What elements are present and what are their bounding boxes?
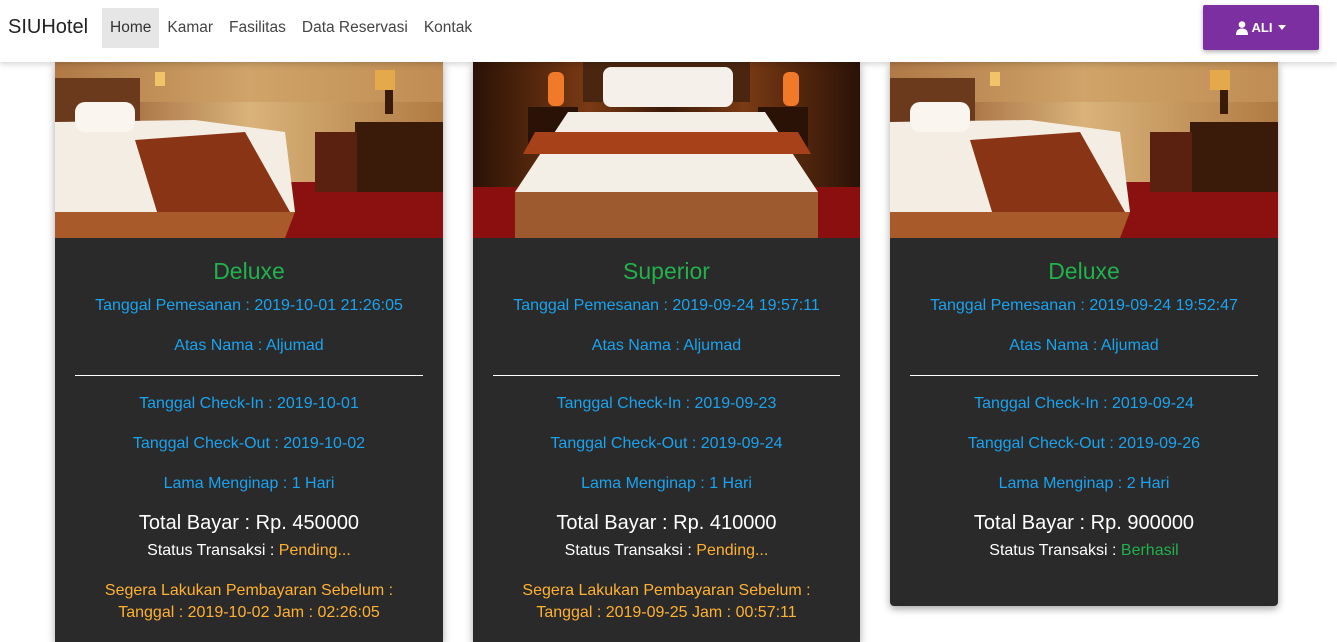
guest-name: Atas Nama : Aljumad <box>174 337 324 354</box>
nav-links: Home Kamar Fasilitas Data Reservasi Kont… <box>102 8 480 48</box>
nav-link-kontak[interactable]: Kontak <box>416 8 480 48</box>
status-value: Pending... <box>278 542 351 559</box>
nav-link-fasilitas[interactable]: Fasilitas <box>221 8 294 48</box>
deadline-line-2: Tanggal : 2019-10-02 Jam : 02:26:05 <box>118 604 380 621</box>
divider <box>75 375 423 376</box>
room-type: Superior <box>623 258 710 284</box>
checkin-date: Tanggal Check-In : 2019-10-01 <box>139 395 359 412</box>
guest-name: Atas Nama : Aljumad <box>1009 337 1159 354</box>
room-photo <box>890 62 1278 238</box>
guest-name: Atas Nama : Aljumad <box>591 337 742 354</box>
deadline-line-2: Tanggal : 2019-09-25 Jam : 00:57:11 <box>536 604 797 621</box>
booking-date: Tanggal Pemesanan : 2019-09-24 19:57:11 <box>513 297 820 314</box>
total-payment: Total Bayar : Rp. 410000 <box>556 512 777 534</box>
brand-logo[interactable]: SIUHotel <box>8 16 88 39</box>
booking-date: Tanggal Pemesanan : 2019-09-24 19:52:47 <box>930 297 1238 314</box>
transaction-status: Status Transaksi : Pending... <box>55 542 443 562</box>
divider <box>910 375 1258 376</box>
checkout-date: Tanggal Check-Out : 2019-09-24 <box>550 435 783 452</box>
reservation-card: Deluxe Tanggal Pemesanan : 2019-10-01 21… <box>55 62 443 642</box>
room-type: Deluxe <box>213 258 285 284</box>
total-payment: Total Bayar : Rp. 450000 <box>138 512 360 534</box>
payment-deadline: Segera Lakukan Pembayaran Sebelum : Tang… <box>55 580 443 624</box>
transaction-status: Status Transaksi : Berhasil <box>890 542 1278 562</box>
nav-link-home[interactable]: Home <box>102 8 160 48</box>
divider <box>493 375 840 376</box>
deadline-line-1: Segera Lakukan Pembayaran Sebelum : <box>104 582 394 599</box>
top-navbar: SIUHotel Home Kamar Fasilitas Data Reser… <box>0 0 1337 62</box>
status-value: Berhasil <box>1120 542 1179 559</box>
booking-date: Tanggal Pemesanan : 2019-10-01 21:26:05 <box>95 297 403 314</box>
user-name: ALI <box>1251 20 1273 35</box>
room-photo <box>473 62 860 238</box>
status-label: Status Transaksi : <box>564 542 697 559</box>
reservation-card: Superior Tanggal Pemesanan : 2019-09-24 … <box>473 62 860 642</box>
status-label: Status Transaksi : <box>989 542 1121 559</box>
checkin-date: Tanggal Check-In : 2019-09-23 <box>556 395 777 412</box>
transaction-status: Status Transaksi : Pending... <box>473 542 860 562</box>
status-label: Status Transaksi : <box>147 542 279 559</box>
length-of-stay: Lama Menginap : 1 Hari <box>581 475 752 492</box>
room-photo <box>55 62 443 238</box>
room-type: Deluxe <box>1048 258 1120 284</box>
checkin-date: Tanggal Check-In : 2019-09-24 <box>974 395 1194 412</box>
reservation-card: Deluxe Tanggal Pemesanan : 2019-09-24 19… <box>890 62 1278 606</box>
user-icon <box>1235 20 1248 35</box>
user-menu-button[interactable]: ALI <box>1203 5 1319 50</box>
payment-deadline: Segera Lakukan Pembayaran Sebelum : Tang… <box>473 580 860 624</box>
status-value: Pending... <box>696 542 769 559</box>
nav-link-kamar[interactable]: Kamar <box>159 8 221 48</box>
chevron-down-icon <box>1278 25 1287 30</box>
total-payment: Total Bayar : Rp. 900000 <box>973 512 1195 534</box>
checkout-date: Tanggal Check-Out : 2019-10-02 <box>132 435 366 452</box>
nav-link-data-reservasi[interactable]: Data Reservasi <box>294 8 416 48</box>
deadline-line-1: Segera Lakukan Pembayaran Sebelum : <box>522 582 811 599</box>
checkout-date: Tanggal Check-Out : 2019-09-26 <box>967 435 1201 452</box>
length-of-stay: Lama Menginap : 1 Hari <box>163 475 335 492</box>
length-of-stay: Lama Menginap : 2 Hari <box>998 475 1170 492</box>
